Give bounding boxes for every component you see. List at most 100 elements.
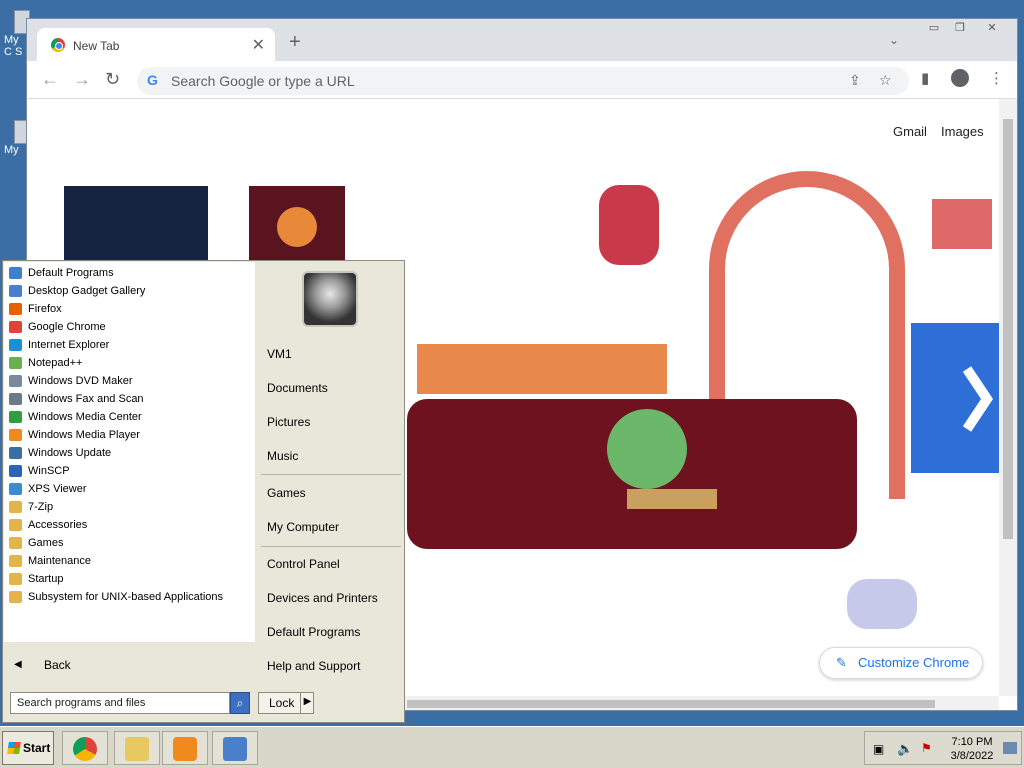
restore-button[interactable]: ❐ (947, 21, 973, 37)
google-g-icon: G (147, 72, 158, 88)
desktop-icon-label: My (4, 144, 19, 156)
program-label: Windows Fax and Scan (28, 393, 144, 405)
program-item[interactable]: Subsystem for UNIX-based Applications (4, 588, 255, 606)
program-item[interactable]: Windows Media Center (4, 408, 255, 426)
show-desktop-icon[interactable] (1003, 742, 1017, 754)
program-item[interactable]: Windows Update (4, 444, 255, 462)
program-item[interactable]: Windows Fax and Scan (4, 390, 255, 408)
tab-new-tab[interactable]: New Tab ✕ (37, 28, 275, 61)
folder-icon (9, 591, 22, 603)
program-icon (9, 321, 22, 333)
pencil-icon: ✎ (836, 655, 847, 670)
program-label: Accessories (28, 519, 88, 531)
program-item[interactable]: Default Programs (4, 264, 255, 282)
separator (261, 474, 401, 475)
back-arrow-icon[interactable]: ← (41, 69, 59, 90)
program-item[interactable]: Maintenance (4, 552, 255, 570)
desktop-icon-my-documents[interactable]: My (4, 120, 30, 156)
side-panel-icon[interactable]: ▮ (921, 69, 929, 87)
new-tab-button[interactable]: + (289, 31, 301, 54)
search-icon[interactable]: ⌕ (230, 692, 250, 714)
program-label: Subsystem for UNIX-based Applications (28, 591, 224, 603)
gmail-link[interactable]: Gmail (893, 124, 927, 139)
program-icon (9, 465, 22, 477)
folder-icon (125, 737, 149, 761)
back-button[interactable]: ◀ Back (4, 651, 255, 679)
start-right-item[interactable]: Music (267, 449, 298, 463)
program-icon (9, 339, 22, 351)
start-right-item[interactable]: VM1 (267, 347, 292, 361)
program-label: Startup (28, 573, 64, 585)
program-label: Windows Media Center (28, 411, 142, 423)
close-tab-icon[interactable]: ✕ (252, 35, 265, 55)
start-right-item[interactable]: Devices and Printers (267, 591, 378, 605)
start-right-item[interactable]: Documents (267, 381, 328, 395)
profile-avatar-icon[interactable] (951, 69, 969, 87)
taskbar-media-player[interactable] (162, 731, 208, 765)
start-right-item[interactable]: Control Panel (267, 557, 340, 571)
share-icon[interactable]: ⇪ (849, 72, 861, 89)
program-label: Games (28, 537, 64, 549)
taskbar-chrome[interactable] (62, 731, 108, 765)
menu-kebab-icon[interactable]: ⋮ (989, 69, 1004, 87)
program-label: Desktop Gadget Gallery (28, 285, 146, 297)
volume-icon[interactable]: 🔈 (897, 741, 913, 757)
omnibox[interactable]: G Search Google or type a URL ⇪ ☆ (137, 67, 909, 95)
bookmark-star-icon[interactable]: ☆ (879, 72, 892, 89)
taskbar-explorer[interactable] (114, 731, 160, 765)
desktop-icon-my-computer[interactable]: My C S (4, 10, 30, 58)
start-label: Start (23, 741, 51, 755)
program-item[interactable]: Desktop Gadget Gallery (4, 282, 255, 300)
program-item[interactable]: Firefox (4, 300, 255, 318)
action-center-icon[interactable]: ⚑ (921, 741, 932, 755)
customize-chrome-button[interactable]: ✎ Customize Chrome (819, 647, 983, 679)
toolbar: ← → ↻ G Search Google or type a URL ⇪ ☆ … (27, 61, 1017, 99)
search-programs-input[interactable]: Search programs and files (10, 692, 230, 714)
program-icon (9, 303, 22, 315)
start-right-item[interactable]: My Computer (267, 520, 339, 534)
forward-arrow-icon[interactable]: → (73, 69, 91, 90)
start-right-item[interactable]: Pictures (267, 415, 310, 429)
program-label: 7-Zip (28, 501, 54, 513)
program-icon (9, 393, 22, 405)
clock[interactable]: 7:10 PM 3/8/2022 (949, 735, 995, 763)
close-window-button[interactable]: ✕ (979, 21, 1005, 37)
program-item[interactable]: 7-Zip (4, 498, 255, 516)
program-item[interactable]: Games (4, 534, 255, 552)
sideboard-shape (417, 344, 667, 394)
program-icon (9, 267, 22, 279)
program-item[interactable]: Startup (4, 570, 255, 588)
program-icon (9, 483, 22, 495)
images-link[interactable]: Images (941, 124, 984, 139)
program-item[interactable]: Google Chrome (4, 318, 255, 336)
program-item[interactable]: Notepad++ (4, 354, 255, 372)
program-item[interactable]: Windows DVD Maker (4, 372, 255, 390)
start-right-item[interactable]: Default Programs (267, 625, 360, 639)
books-shape (932, 199, 992, 249)
start-right-item[interactable]: Games (267, 486, 306, 500)
reload-icon[interactable]: ↻ (105, 69, 120, 90)
program-label: Maintenance (28, 555, 91, 567)
start-menu: Default Programs Desktop Gadget Gallery Fi… (2, 260, 405, 723)
taskbar-server-manager[interactable] (212, 731, 258, 765)
program-item[interactable]: XPS Viewer (4, 480, 255, 498)
program-item[interactable]: Internet Explorer (4, 336, 255, 354)
program-label: Google Chrome (28, 321, 106, 333)
network-icon[interactable]: ▣ (873, 742, 884, 756)
user-avatar[interactable] (302, 271, 358, 327)
program-icon (9, 447, 22, 459)
program-item[interactable]: Windows Media Player (4, 426, 255, 444)
start-button[interactable]: Start (2, 731, 54, 765)
back-label: Back (44, 658, 71, 672)
program-item[interactable]: Accessories (4, 516, 255, 534)
program-label: Internet Explorer (28, 339, 110, 351)
program-item[interactable]: WinSCP (4, 462, 255, 480)
minimize-button[interactable]: ▭ (921, 21, 947, 37)
vertical-scrollbar[interactable] (999, 99, 1017, 696)
left-arrow-icon: ◀ (14, 659, 22, 670)
start-right-item[interactable]: Help and Support (267, 659, 360, 673)
all-programs-list: Default Programs Desktop Gadget Gallery Fi… (4, 262, 255, 642)
lock-options-arrow-icon[interactable]: ▶ (300, 692, 314, 714)
tab-search-chevron-icon[interactable]: ⌄ (889, 33, 899, 47)
start-menu-right-pane: VM1 Documents Pictures Music Games My Compute… (255, 261, 405, 686)
